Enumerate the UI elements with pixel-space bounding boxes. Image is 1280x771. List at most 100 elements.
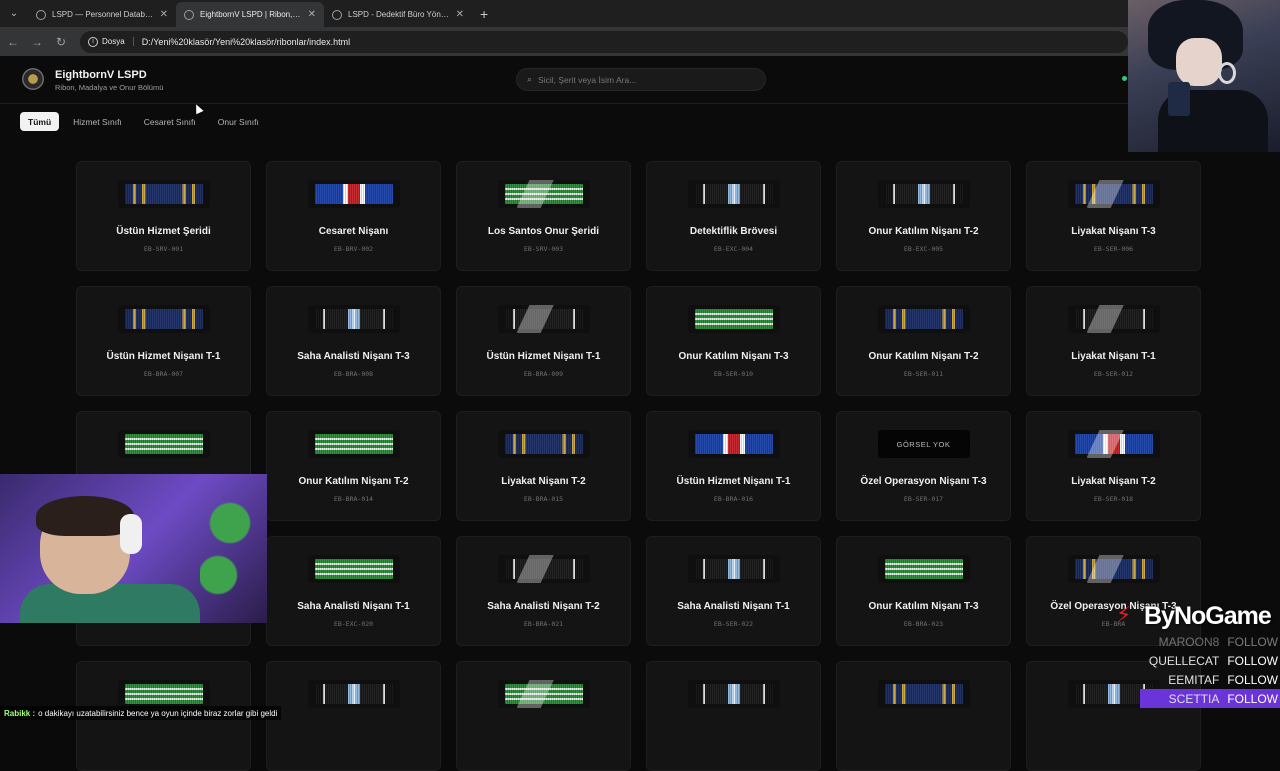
ribbon-code: EB-BRV-002 [333,245,374,253]
ribbon-card[interactable]: Üstün Hizmet Nişanı T-1 EB-BRA-016 [646,411,821,521]
ribbon-title: Liyakat Nişanı T-1 [1071,351,1156,362]
ribbon-code: EB-SER-011 [903,370,944,378]
follow-label: FOLLOW [1227,634,1278,649]
ribbon-card[interactable]: Saha Analisti Nişanı T-3 EB-BRA-008 [266,286,441,396]
browser-toolbar: ← → ↻ i Dosya D:/Yeni%20klasör/Yeni%20kl… [0,27,1280,56]
ribbon-card[interactable]: Liyakat Nişanı T-2 EB-SER-018 [1026,411,1201,521]
ribbon-card[interactable] [456,661,631,771]
ribbon-card[interactable]: Liyakat Nişanı T-3 EB-SER-006 [1026,161,1201,271]
ribbon-image-frame [877,305,970,333]
ribbon-image-frame [877,680,970,708]
ribbon-card[interactable]: Üstün Hizmet Nişanı T-1 EB-BRA-007 [76,286,251,396]
close-tab-icon[interactable]: ✕ [160,9,168,20]
search-input[interactable] [538,74,739,85]
search-box: ⌕ [516,68,766,91]
category-filters: Tümü Hizmet Sınıfı Cesaret Sınıfı Onur Sını… [20,112,267,132]
ribbon-image [314,309,393,329]
filter-tab[interactable]: Tümü [20,112,60,131]
ribbon-title: Onur Katılım Nişanı T-3 [678,351,789,362]
follow-label: FOLLOW [1227,691,1278,706]
ribbon-card[interactable]: Saha Analisti Nişanı T-1 EB-EXC-020 [266,536,441,646]
ribbon-image-frame [1067,180,1160,208]
ribbon-image [884,684,963,704]
ribbon-card[interactable]: Onur Katılım Nişanı T-2 EB-SER-011 [836,286,1011,396]
info-icon[interactable]: i [88,36,98,47]
ribbon-title: Onur Katılım Nişanı T-2 [868,226,979,237]
ribbon-card[interactable]: Onur Katılım Nişanı T-3 EB-SER-010 [646,286,821,396]
ribbon-code: EB-BRA-009 [523,370,564,378]
ribbon-image-frame [1067,555,1160,583]
filter-tab[interactable]: Hizmet Sınıfı [65,112,130,131]
ribbon-image [124,684,203,704]
sponsor-logo: ⚡ ByNoGame [1116,598,1280,634]
ribbon-image [1074,559,1153,579]
ribbon-image [884,184,963,204]
search-icon: ⌕ [527,74,533,84]
close-tab-icon[interactable]: ✕ [456,9,464,20]
ribbon-image-frame [877,555,970,583]
ribbon-image-frame [117,680,210,708]
ribbon-code: EB-SER-018 [1093,495,1134,503]
address-bar[interactable]: i Dosya D:/Yeni%20klasör/Yeni%20klasör/r… [80,30,1128,53]
ribbon-image [694,184,773,204]
ribbon-image [314,559,393,579]
ribbon-card[interactable]: Liyakat Nişanı T-1 EB-SER-012 [1026,286,1201,396]
ribbon-image [1074,434,1153,454]
browser-tab[interactable]: LSPD - Dedektif Büro Yönetim ✕ [324,2,472,27]
ribbon-code: EB-BRA-014 [333,495,374,503]
ribbon-code: EB-BRA-023 [903,620,944,628]
close-tab-icon[interactable]: ✕ [308,9,316,20]
forward-arrow-icon[interactable]: → [26,31,48,53]
ribbon-card[interactable]: Cesaret Nişanı EB-BRV-002 [266,161,441,271]
ribbon-card[interactable]: Üstün Hizmet Nişanı T-1 EB-BRA-009 [456,286,631,396]
tab-search-chevron-icon[interactable]: ⌄ [4,3,24,23]
ribbon-image [504,559,583,579]
follow-alert-row: SCETTIA FOLLOW [1140,689,1280,708]
back-arrow-icon[interactable]: ← [2,31,24,53]
ribbon-image-frame [497,680,590,708]
url-text[interactable]: D:/Yeni%20klasör/Yeni%20klasör/ribonlar/… [142,37,1120,47]
reload-icon[interactable]: ↻ [50,31,72,53]
ribbon-title: Üstün Hizmet Nişanı T-1 [106,351,221,362]
ribbon-title: Saha Analisti Nişanı T-1 [297,601,410,612]
ribbon-card[interactable]: Saha Analisti Nişanı T-2 EB-BRA-021 [456,536,631,646]
ribbon-card[interactable] [646,661,821,771]
ribbon-image [504,309,583,329]
ribbon-code: EB-SER-012 [1093,370,1134,378]
ribbon-code: EB-BRA-008 [333,370,374,378]
ribbon-image-frame [117,180,210,208]
filter-tab[interactable]: Cesaret Sınıfı [136,112,204,131]
ribbon-code: EB-BRA-016 [713,495,754,503]
browser-tab[interactable]: EightbornV LSPD | Ribon, Madalya ✕ [176,2,324,27]
ribbon-image-frame [497,305,590,333]
ribbon-card[interactable] [836,661,1011,771]
ribbon-image-frame [497,555,590,583]
ribbon-image-frame [687,305,780,333]
ribbon-card[interactable]: Onur Katılım Nişanı T-2 EB-EXC-005 [836,161,1011,271]
ribbon-card[interactable]: Üstün Hizmet Şeridi EB-SRV-001 [76,161,251,271]
ribbon-card[interactable]: Saha Analisti Nişanı T-1 EB-SER-022 [646,536,821,646]
ribbon-image [504,184,583,204]
follow-alert-row: EEMITAF FOLLOW [1140,670,1280,689]
ribbon-card[interactable] [266,661,441,771]
ribbon-card[interactable]: GÖRSEL YOK Özel Operasyon Nişanı T-3 EB-SE… [836,411,1011,521]
ribbon-image-frame [687,430,780,458]
ribbon-card[interactable]: Los Santos Onur Şeridi EB-SRV-003 [456,161,631,271]
filter-tab[interactable]: Onur Sınıfı [210,112,267,131]
ribbon-image-frame [307,555,400,583]
browser-tab[interactable]: LSPD — Personnel Database ✕ [28,2,176,27]
site-header: EightbornV LSPD Ribon, Madalya ve Onur B… [0,56,1280,104]
ribbon-title: Cesaret Nişanı [318,226,389,237]
new-tab-plus-icon[interactable]: + [472,6,496,27]
ribbon-image-frame [307,430,400,458]
ribbon-card[interactable]: Detektiflik Brövesi EB-EXC-004 [646,161,821,271]
streamer-avatar-overlay [1128,0,1280,152]
ribbon-image-frame [117,305,210,333]
ribbon-card[interactable]: Onur Katılım Nişanı T-2 EB-BRA-014 [266,411,441,521]
ribbon-title: Detektiflik Brövesi [689,226,778,237]
chat-message: Rabikk : o dakikayı uzatabilirsiniz benc… [0,706,282,720]
ribbon-code: EB-SER-017 [903,495,944,503]
ribbon-card[interactable]: Liyakat Nişanı T-2 EB-BRA-015 [456,411,631,521]
ribbon-card[interactable]: Onur Katılım Nişanı T-3 EB-BRA-023 [836,536,1011,646]
follow-label: FOLLOW [1227,672,1278,687]
